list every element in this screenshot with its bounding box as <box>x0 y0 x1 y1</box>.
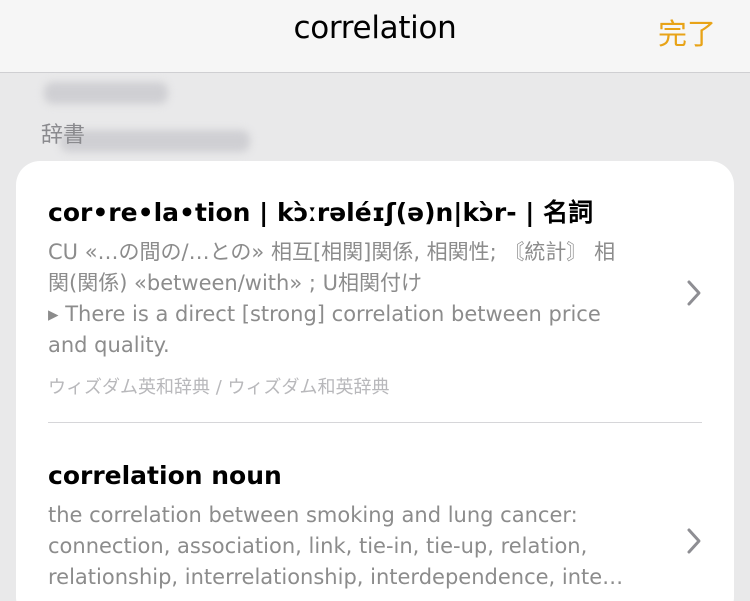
definition-line: connection, association, link, tie-in, t… <box>48 534 588 558</box>
entry-definition: CU «…の間の/…との» 相互[相関]関係, 相関性; 〘統計〙 相 関(関係… <box>48 237 668 361</box>
definition-line: 関(関係) «between/with» ; U相関付け <box>48 271 422 295</box>
divider <box>48 422 702 423</box>
definition-line: the correlation between smoking and lung… <box>48 503 578 527</box>
chevron-right-icon[interactable] <box>684 526 704 556</box>
entry-definition: the correlation between smoking and lung… <box>48 500 668 593</box>
definition-line: and quality. <box>48 333 170 357</box>
definition-line: relationship, interrelationship, interde… <box>48 565 624 589</box>
done-button[interactable]: 完了 <box>658 11 716 53</box>
thesaurus-entry[interactable]: correlation noun the correlation between… <box>48 460 668 593</box>
definition-line: ▸ There is a direct [strong] correlation… <box>48 302 601 326</box>
definition-line: CU «…の間の/…との» 相互[相関]関係, 相関性; 〘統計〙 相 <box>48 240 616 264</box>
entry-headword: cor•re•la•tion | kɔ̀ːrəléɪʃ(ə)n|kɔ̀r- | … <box>48 198 594 227</box>
dictionary-card: cor•re•la•tion | kɔ̀ːrəléɪʃ(ə)n|kɔ̀r- | … <box>16 161 734 601</box>
chevron-right-icon[interactable] <box>684 278 704 308</box>
page-title: correlation <box>293 10 457 46</box>
blurred-row <box>44 82 168 104</box>
entry-headword: correlation noun <box>48 461 282 490</box>
blurred-row <box>60 130 250 152</box>
section-label: 辞書 <box>41 123 86 148</box>
dictionary-entry[interactable]: cor•re•la•tion | kɔ̀ːrəléɪʃ(ə)n|kɔ̀r- | … <box>48 197 668 399</box>
entry-source: ウィズダム英和辞典 / ウィズダム和英辞典 <box>48 377 390 398</box>
navigation-bar: correlation 完了 <box>0 0 750 73</box>
